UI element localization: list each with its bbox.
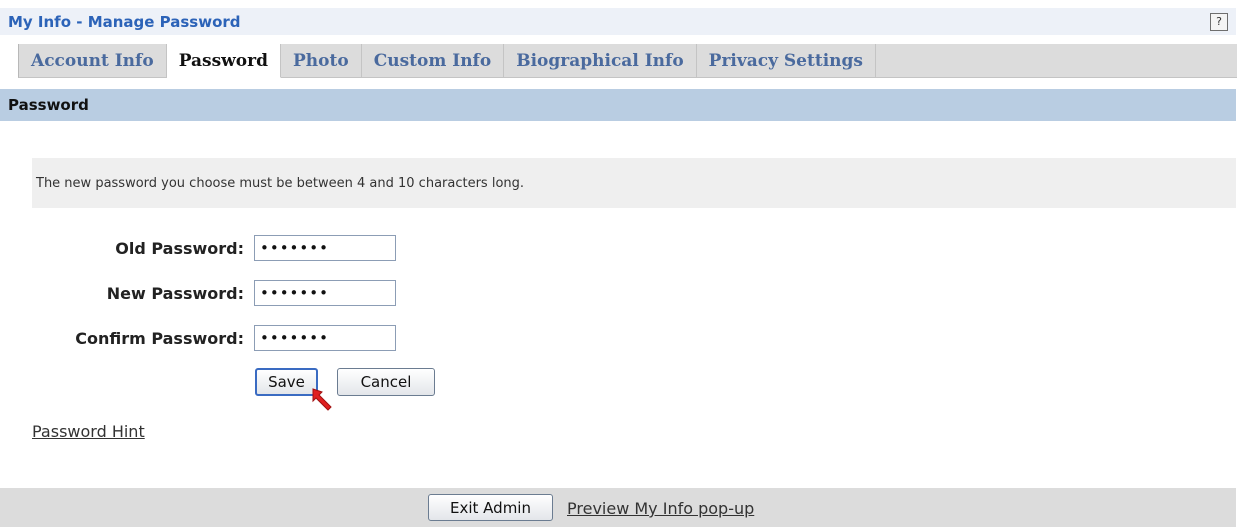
tab-account-info[interactable]: Account Info [19, 44, 167, 77]
old-password-field[interactable] [254, 235, 396, 261]
footer-bar: Exit Admin Preview My Info pop-up [0, 488, 1236, 527]
section-header: Password [0, 89, 1236, 121]
tab-bar: Account Info Password Photo Custom Info … [18, 44, 1237, 78]
help-icon[interactable]: ? [1210, 12, 1228, 31]
tab-photo[interactable]: Photo [281, 44, 362, 77]
password-hint-link[interactable]: Password Hint [32, 422, 145, 441]
preview-my-info-link[interactable]: Preview My Info pop-up [567, 499, 754, 518]
section-title: Password [8, 96, 89, 114]
confirm-password-field[interactable] [254, 325, 396, 351]
old-password-row: Old Password: [0, 233, 396, 263]
exit-admin-button[interactable]: Exit Admin [428, 494, 553, 521]
old-password-label: Old Password: [115, 238, 244, 258]
pointer-arrow-icon [312, 388, 332, 411]
new-password-field[interactable] [254, 280, 396, 306]
window-titlebar: My Info - Manage Password ? [0, 8, 1236, 35]
cancel-button[interactable]: Cancel [337, 368, 435, 396]
tab-bar-filler [876, 44, 1237, 77]
save-button[interactable]: Save [255, 368, 318, 396]
tab-password[interactable]: Password [166, 44, 281, 78]
confirm-password-row: Confirm Password: [0, 323, 396, 353]
new-password-label: New Password: [106, 283, 244, 303]
window-title: My Info - Manage Password [8, 12, 241, 31]
tab-privacy-settings[interactable]: Privacy Settings [697, 44, 876, 77]
tab-custom-info[interactable]: Custom Info [362, 44, 505, 77]
password-notice: The new password you choose must be betw… [32, 158, 1236, 208]
new-password-row: New Password: [0, 278, 396, 308]
confirm-password-label: Confirm Password: [75, 328, 244, 348]
notice-text: The new password you choose must be betw… [36, 175, 525, 191]
tab-biographical-info[interactable]: Biographical Info [504, 44, 697, 77]
